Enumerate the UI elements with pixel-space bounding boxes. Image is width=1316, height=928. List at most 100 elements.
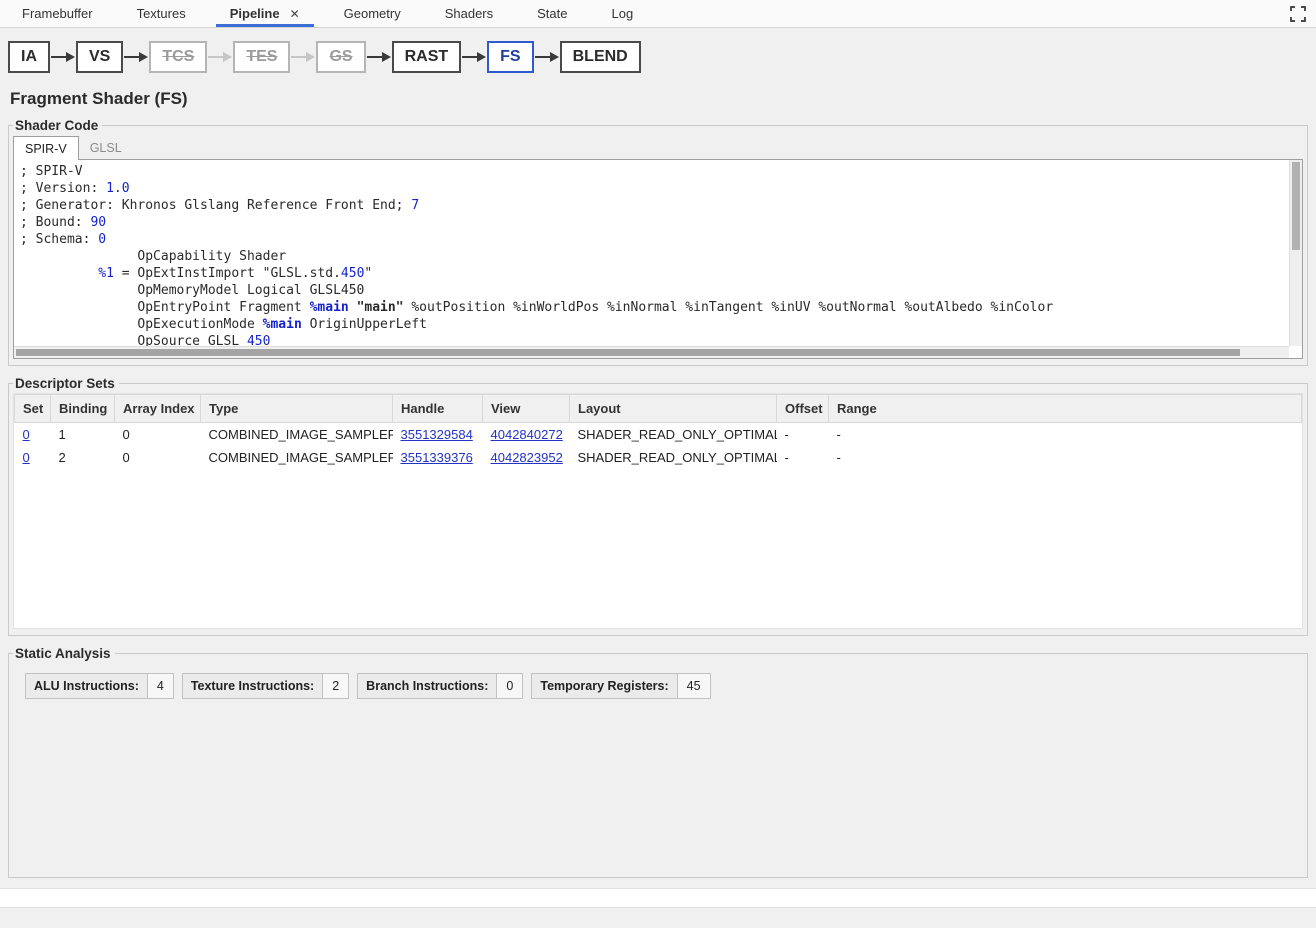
column-header: Type [201, 395, 393, 423]
metric-texture-instructions: Texture Instructions:2 [182, 673, 349, 699]
metric-value: 2 [323, 674, 348, 698]
cell-handle: 3551339376 [393, 446, 483, 469]
column-header: Layout [570, 395, 777, 423]
cell-array-index: 0 [115, 446, 201, 469]
column-header: Binding [51, 395, 115, 423]
code-line: OpEntryPoint Fragment %main "main" %outP… [20, 299, 1296, 316]
code-tab-glsl[interactable]: GLSL [79, 136, 133, 159]
metric-value: 45 [678, 674, 710, 698]
cell-view: 4042840272 [483, 423, 570, 447]
cell-offset: - [777, 446, 829, 469]
flow-arrow-icon [534, 51, 560, 63]
code-line: OpCapability Shader [20, 248, 1296, 265]
view-link[interactable]: 4042823952 [491, 450, 563, 465]
table-row: 020COMBINED_IMAGE_SAMPLER355133937640428… [15, 446, 1302, 469]
bottom-panel [0, 888, 1316, 908]
code-tabs: SPIR-VGLSL [13, 136, 1303, 159]
flow-arrow-icon [207, 51, 233, 63]
descriptor-sets-tbody: 010COMBINED_IMAGE_SAMPLER355132958440428… [15, 423, 1302, 470]
cell-range: - [829, 423, 1302, 447]
stage-ia[interactable]: IA [8, 41, 50, 73]
cell-offset: - [777, 423, 829, 447]
tab-label: Log [612, 6, 634, 21]
column-header: Handle [393, 395, 483, 423]
table-header-row: SetBindingArray IndexTypeHandleViewLayou… [15, 395, 1302, 423]
top-tabbar: Framebuffer Textures Pipeline ✕ Geometry Shad… [0, 0, 1316, 28]
stage-tcs[interactable]: TCS [149, 41, 207, 73]
cell-handle: 3551329584 [393, 423, 483, 447]
stage-vs[interactable]: VS [76, 41, 123, 73]
set-link[interactable]: 0 [23, 450, 30, 465]
code-line: ; Bound: 90 [20, 214, 1296, 231]
cell-type: COMBINED_IMAGE_SAMPLER [201, 423, 393, 447]
tab-textures[interactable]: Textures [115, 0, 208, 27]
handle-link[interactable]: 3551329584 [401, 427, 473, 442]
metric-branch-instructions: Branch Instructions:0 [357, 673, 523, 699]
cell-layout: SHADER_READ_ONLY_OPTIMAL [570, 446, 777, 469]
view-link[interactable]: 4042840272 [491, 427, 563, 442]
flow-arrow-icon [50, 51, 76, 63]
tab-label: Framebuffer [22, 6, 93, 21]
flow-arrow-icon [366, 51, 392, 63]
metric-label: Branch Instructions: [358, 674, 497, 698]
metric-label: Temporary Registers: [532, 674, 677, 698]
descriptor-sets-group: Descriptor Sets SetBindingArray IndexTyp… [8, 376, 1308, 636]
code-horizontal-scrollbar[interactable] [14, 346, 1289, 358]
cell-binding: 2 [51, 446, 115, 469]
code-line: OpMemoryModel Logical GLSL450 [20, 282, 1296, 299]
code-line: ; Generator: Khronos Glslang Reference F… [20, 197, 1296, 214]
metric-label: Texture Instructions: [183, 674, 323, 698]
stage-rast[interactable]: RAST [392, 41, 462, 73]
static-analysis-group-title: Static Analysis [13, 646, 115, 661]
code-line: ; SPIR-V [20, 163, 1296, 180]
tab-framebuffer[interactable]: Framebuffer [0, 0, 115, 27]
code-line: %1 = OpExtInstImport "GLSL.std.450" [20, 265, 1296, 282]
tab-label: Shaders [445, 6, 493, 21]
metric-value: 0 [497, 674, 522, 698]
tab-label: State [537, 6, 567, 21]
cell-layout: SHADER_READ_ONLY_OPTIMAL [570, 423, 777, 447]
cell-binding: 1 [51, 423, 115, 447]
column-header: Offset [777, 395, 829, 423]
code-content[interactable]: ; SPIR-V; Version: 1.0; Generator: Khron… [14, 160, 1302, 359]
stage-fs[interactable]: FS [487, 41, 533, 73]
metrics-row: ALU Instructions:4 Texture Instructions:2… [13, 663, 1303, 709]
vertical-scroll-thumb[interactable] [1292, 162, 1300, 250]
column-header: View [483, 395, 570, 423]
tab-geometry[interactable]: Geometry [322, 0, 423, 27]
flow-arrow-icon [290, 51, 316, 63]
tab-label: Textures [137, 6, 186, 21]
column-header: Array Index [115, 395, 201, 423]
stage-gs[interactable]: GS [316, 41, 365, 73]
tab-pipeline[interactable]: Pipeline ✕ [208, 0, 322, 27]
column-header: Set [15, 395, 51, 423]
horizontal-scroll-thumb[interactable] [16, 349, 1240, 356]
tab-close-icon[interactable]: ✕ [290, 7, 300, 21]
code-vertical-scrollbar[interactable] [1289, 160, 1302, 346]
code-line: OpExecutionMode %main OriginUpperLeft [20, 316, 1296, 333]
tab-label: Pipeline [230, 6, 280, 21]
cell-view: 4042823952 [483, 446, 570, 469]
column-header: Range [829, 395, 1302, 423]
metric-alu-instructions: ALU Instructions:4 [25, 673, 174, 699]
set-link[interactable]: 0 [23, 427, 30, 442]
tab-shaders[interactable]: Shaders [423, 0, 515, 27]
shader-code-group: Shader Code SPIR-VGLSL ; SPIR-V; Version… [8, 118, 1308, 366]
tab-label: Geometry [344, 6, 401, 21]
descriptor-sets-group-title: Descriptor Sets [13, 376, 119, 391]
code-tab-spir-v[interactable]: SPIR-V [13, 136, 79, 160]
stage-tes[interactable]: TES [233, 41, 290, 73]
cell-type: COMBINED_IMAGE_SAMPLER [201, 446, 393, 469]
cell-range: - [829, 446, 1302, 469]
tab-log[interactable]: Log [590, 0, 656, 27]
stage-blend[interactable]: BLEND [560, 41, 641, 73]
tab-state[interactable]: State [515, 0, 589, 27]
metric-label: ALU Instructions: [26, 674, 148, 698]
shader-code-pane: ; SPIR-V; Version: 1.0; Generator: Khron… [13, 159, 1303, 359]
handle-link[interactable]: 3551339376 [401, 450, 473, 465]
cell-array-index: 0 [115, 423, 201, 447]
descriptor-sets-table-body: SetBindingArray IndexTypeHandleViewLayou… [13, 393, 1303, 629]
pipeline-flow: IA VS TCS TES GS RAST FS BLEND [0, 28, 1316, 82]
flow-arrow-icon [123, 51, 149, 63]
fullscreen-icon[interactable] [1280, 0, 1316, 27]
